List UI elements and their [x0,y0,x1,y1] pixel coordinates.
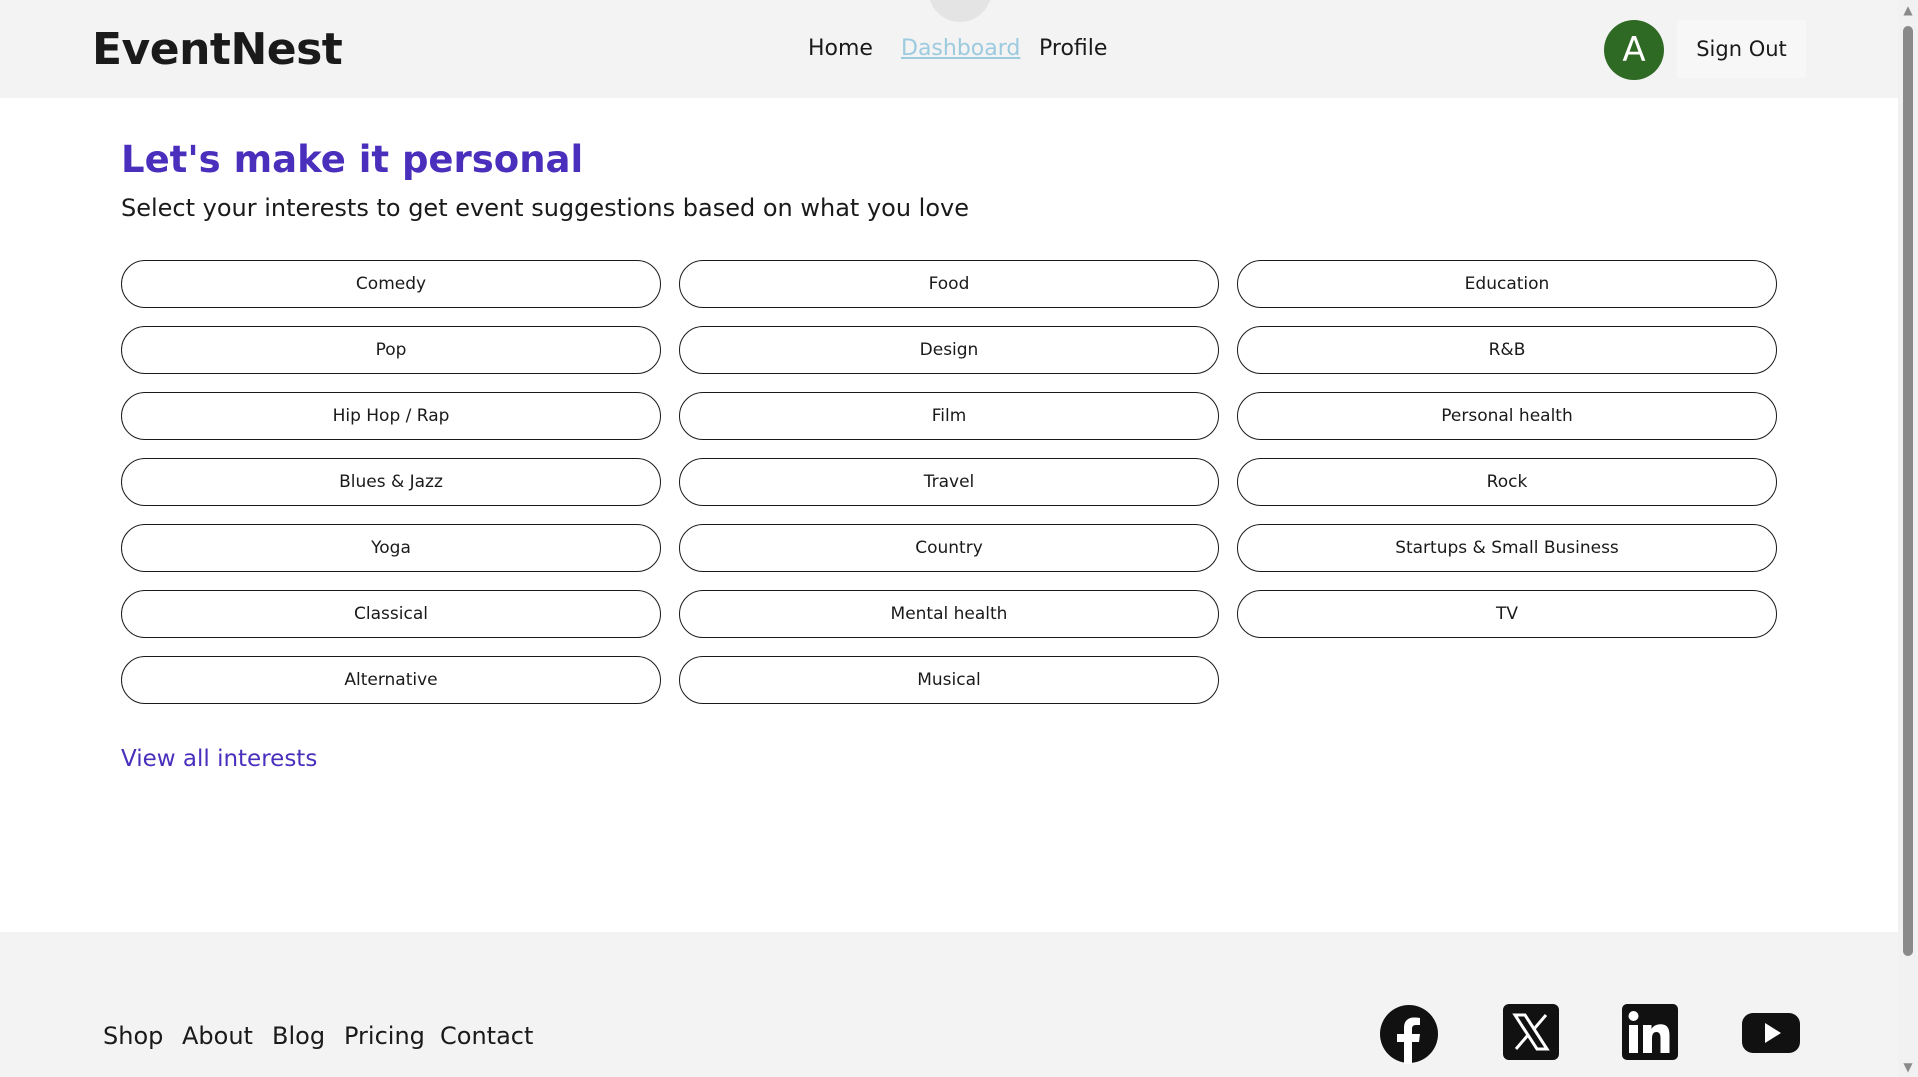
page-title: Let's make it personal [121,138,584,181]
site-header: EventNest Home Dashboard Profile A Sign … [0,0,1898,98]
interest-chip[interactable]: Education [1237,260,1777,308]
avatar[interactable]: A [1604,20,1664,80]
avatar-initial: A [1622,30,1646,70]
scrollbar-thumb[interactable] [1903,26,1913,956]
vertical-scrollbar[interactable]: ▲ ▼ [1898,0,1918,1077]
interest-chip[interactable]: Startups & Small Business [1237,524,1777,572]
footer-link-pricing[interactable]: Pricing [344,1022,425,1050]
interest-chip[interactable]: Travel [679,458,1219,506]
interest-chip[interactable]: Personal health [1237,392,1777,440]
footer-link-about[interactable]: About [182,1022,253,1050]
sign-out-button[interactable]: Sign Out [1677,20,1806,78]
interest-chip[interactable]: TV [1237,590,1777,638]
interest-chip[interactable]: Film [679,392,1219,440]
youtube-icon[interactable] [1742,1004,1800,1062]
interest-chip[interactable]: Mental health [679,590,1219,638]
footer-link-contact[interactable]: Contact [440,1022,533,1050]
interest-chip[interactable]: Rock [1237,458,1777,506]
nav-item-dashboard[interactable]: Dashboard [901,36,1020,61]
interest-chip[interactable]: R&B [1237,326,1777,374]
interest-chip[interactable]: Musical [679,656,1219,704]
main-content: Let's make it personal Select your inter… [0,98,1898,932]
interest-chip[interactable]: Yoga [121,524,661,572]
interest-chip[interactable]: Hip Hop / Rap [121,392,661,440]
nav-item-home[interactable]: Home [808,36,873,61]
interest-chip[interactable]: Blues & Jazz [121,458,661,506]
interest-chip[interactable]: Alternative [121,656,661,704]
page-subtitle: Select your interests to get event sugge… [121,194,970,222]
nav-item-profile[interactable]: Profile [1039,36,1107,61]
site-footer: Shop About Blog Pricing Contact [0,932,1898,1077]
linkedin-icon[interactable] [1622,1004,1678,1060]
interests-grid: Comedy Food Education Pop Design R&B Hip… [121,260,1777,704]
interest-chip[interactable]: Country [679,524,1219,572]
footer-link-blog[interactable]: Blog [272,1022,325,1050]
page: EventNest Home Dashboard Profile A Sign … [0,0,1918,1077]
decorative-circle [928,0,992,22]
facebook-icon[interactable] [1379,1004,1439,1064]
scroll-up-arrow-icon[interactable]: ▲ [1901,3,1915,17]
x-twitter-icon[interactable] [1503,1004,1559,1060]
interest-chip[interactable]: Food [679,260,1219,308]
interest-chip[interactable]: Classical [121,590,661,638]
interest-chip[interactable]: Comedy [121,260,661,308]
footer-link-shop[interactable]: Shop [103,1022,163,1050]
scroll-down-arrow-icon[interactable]: ▼ [1901,1060,1915,1074]
interest-chip[interactable]: Design [679,326,1219,374]
interest-chip[interactable]: Pop [121,326,661,374]
brand-logo[interactable]: EventNest [92,24,343,75]
view-all-interests-link[interactable]: View all interests [121,746,317,772]
